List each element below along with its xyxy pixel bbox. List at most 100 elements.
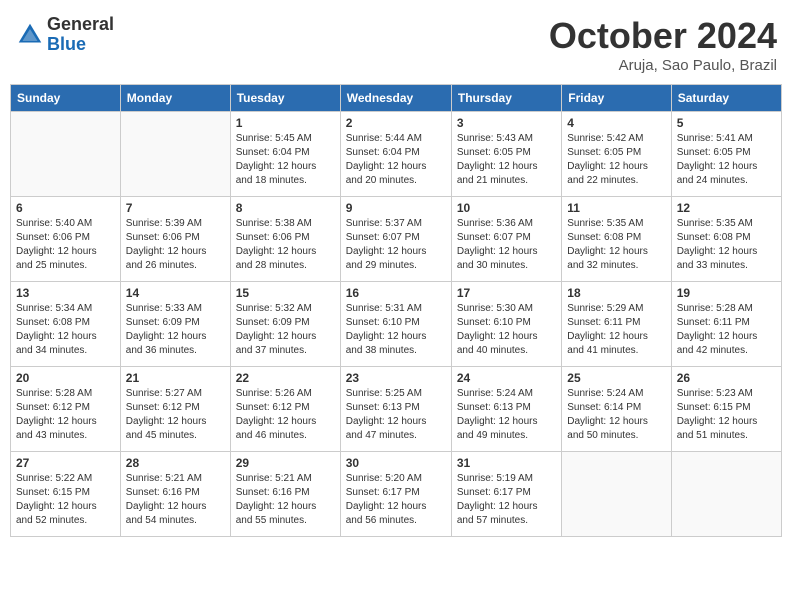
calendar-day-cell: 26 Sunrise: 5:23 AM Sunset: 6:15 PM Dayli… — [671, 367, 781, 452]
day-info: Sunrise: 5:25 AM Sunset: 6:13 PM Dayligh… — [346, 387, 446, 443]
day-number: 8 — [236, 201, 335, 215]
calendar-day-cell: 22 Sunrise: 5:26 AM Sunset: 6:12 PM Dayli… — [230, 367, 340, 452]
day-number: 17 — [457, 286, 556, 300]
calendar-day-cell: 24 Sunrise: 5:24 AM Sunset: 6:13 PM Dayli… — [451, 367, 561, 452]
day-info: Sunrise: 5:39 AM Sunset: 6:06 PM Dayligh… — [126, 217, 225, 273]
day-number: 14 — [126, 286, 225, 300]
day-number: 4 — [567, 116, 665, 130]
calendar-day-cell: 15 Sunrise: 5:32 AM Sunset: 6:09 PM Dayli… — [230, 282, 340, 367]
calendar-day-cell: 18Sunrise: 5:29 AM Sunset: 6:11 PM Dayli… — [562, 282, 671, 367]
calendar-day-cell: 8 Sunrise: 5:38 AM Sunset: 6:06 PM Daylig… — [230, 197, 340, 282]
day-number: 29 — [236, 456, 335, 470]
calendar-week-row: 13Sunrise: 5:34 AM Sunset: 6:08 PM Dayli… — [11, 282, 782, 367]
day-info: Sunrise: 5:43 AM Sunset: 6:05 PM Dayligh… — [457, 132, 556, 188]
day-number: 26 — [677, 371, 776, 385]
day-number: 13 — [16, 286, 115, 300]
calendar-day-cell: 27Sunrise: 5:22 AM Sunset: 6:15 PM Dayli… — [11, 452, 121, 537]
calendar-week-row: 6Sunrise: 5:40 AM Sunset: 6:06 PM Daylig… — [11, 197, 782, 282]
day-number: 10 — [457, 201, 556, 215]
day-number: 2 — [346, 116, 446, 130]
day-info: Sunrise: 5:44 AM Sunset: 6:04 PM Dayligh… — [346, 132, 446, 188]
calendar-day-cell: 16Sunrise: 5:31 AM Sunset: 6:10 PM Dayli… — [340, 282, 451, 367]
day-number: 7 — [126, 201, 225, 215]
calendar-day-cell: 14 Sunrise: 5:33 AM Sunset: 6:09 PM Dayli… — [120, 282, 230, 367]
day-number: 15 — [236, 286, 335, 300]
logo-text: General Blue — [47, 15, 114, 55]
weekday-header: Saturday — [671, 85, 781, 112]
day-info: Sunrise: 5:19 AM Sunset: 6:17 PM Dayligh… — [457, 472, 556, 528]
calendar-day-cell: 2 Sunrise: 5:44 AM Sunset: 6:04 PM Daylig… — [340, 112, 451, 197]
day-info: Sunrise: 5:38 AM Sunset: 6:06 PM Dayligh… — [236, 217, 335, 273]
day-info: Sunrise: 5:28 AM Sunset: 6:12 PM Dayligh… — [16, 387, 115, 443]
day-info: Sunrise: 5:21 AM Sunset: 6:16 PM Dayligh… — [236, 472, 335, 528]
calendar-day-cell: 1 Sunrise: 5:45 AM Sunset: 6:04 PM Daylig… — [230, 112, 340, 197]
calendar-day-cell: 3Sunrise: 5:43 AM Sunset: 6:05 PM Daylig… — [451, 112, 561, 197]
weekday-header: Sunday — [11, 85, 121, 112]
logo-icon — [15, 20, 45, 50]
calendar-day-cell: 9Sunrise: 5:37 AM Sunset: 6:07 PM Daylig… — [340, 197, 451, 282]
day-info: Sunrise: 5:32 AM Sunset: 6:09 PM Dayligh… — [236, 302, 335, 358]
calendar-day-cell: 21Sunrise: 5:27 AM Sunset: 6:12 PM Dayli… — [120, 367, 230, 452]
day-info: Sunrise: 5:28 AM Sunset: 6:11 PM Dayligh… — [677, 302, 776, 358]
day-number: 24 — [457, 371, 556, 385]
logo-general-text: General — [47, 15, 114, 35]
logo-blue-text: Blue — [47, 35, 114, 55]
day-number: 22 — [236, 371, 335, 385]
day-number: 23 — [346, 371, 446, 385]
day-info: Sunrise: 5:21 AM Sunset: 6:16 PM Dayligh… — [126, 472, 225, 528]
day-number: 31 — [457, 456, 556, 470]
weekday-header: Monday — [120, 85, 230, 112]
day-number: 27 — [16, 456, 115, 470]
location-text: Aruja, Sao Paulo, Brazil — [549, 57, 777, 74]
calendar-week-row: 20 Sunrise: 5:28 AM Sunset: 6:12 PM Dayli… — [11, 367, 782, 452]
calendar-day-cell: 12 Sunrise: 5:35 AM Sunset: 6:08 PM Dayli… — [671, 197, 781, 282]
day-info: Sunrise: 5:23 AM Sunset: 6:15 PM Dayligh… — [677, 387, 776, 443]
calendar-day-cell: 17 Sunrise: 5:30 AM Sunset: 6:10 PM Dayli… — [451, 282, 561, 367]
day-number: 6 — [16, 201, 115, 215]
day-info: Sunrise: 5:42 AM Sunset: 6:05 PM Dayligh… — [567, 132, 665, 188]
title-block: October 2024 Aruja, Sao Paulo, Brazil — [549, 15, 777, 74]
day-info: Sunrise: 5:45 AM Sunset: 6:04 PM Dayligh… — [236, 132, 335, 188]
day-info: Sunrise: 5:35 AM Sunset: 6:08 PM Dayligh… — [567, 217, 665, 273]
calendar-day-cell: 23 Sunrise: 5:25 AM Sunset: 6:13 PM Dayli… — [340, 367, 451, 452]
day-info: Sunrise: 5:29 AM Sunset: 6:11 PM Dayligh… — [567, 302, 665, 358]
day-number: 9 — [346, 201, 446, 215]
calendar-day-cell — [11, 112, 121, 197]
page-header: General Blue October 2024 Aruja, Sao Pau… — [10, 10, 782, 74]
calendar-day-cell: 13Sunrise: 5:34 AM Sunset: 6:08 PM Dayli… — [11, 282, 121, 367]
day-number: 5 — [677, 116, 776, 130]
weekday-header: Friday — [562, 85, 671, 112]
calendar-day-cell: 29 Sunrise: 5:21 AM Sunset: 6:16 PM Dayli… — [230, 452, 340, 537]
day-number: 25 — [567, 371, 665, 385]
day-info: Sunrise: 5:41 AM Sunset: 6:05 PM Dayligh… — [677, 132, 776, 188]
calendar-day-cell: 30Sunrise: 5:20 AM Sunset: 6:17 PM Dayli… — [340, 452, 451, 537]
calendar-day-cell: 10Sunrise: 5:36 AM Sunset: 6:07 PM Dayli… — [451, 197, 561, 282]
calendar-day-cell — [562, 452, 671, 537]
calendar-week-row: 27Sunrise: 5:22 AM Sunset: 6:15 PM Dayli… — [11, 452, 782, 537]
day-info: Sunrise: 5:33 AM Sunset: 6:09 PM Dayligh… — [126, 302, 225, 358]
weekday-header: Wednesday — [340, 85, 451, 112]
day-number: 11 — [567, 201, 665, 215]
day-info: Sunrise: 5:30 AM Sunset: 6:10 PM Dayligh… — [457, 302, 556, 358]
logo: General Blue — [15, 15, 114, 55]
calendar-day-cell — [120, 112, 230, 197]
day-number: 12 — [677, 201, 776, 215]
calendar-day-cell: 19 Sunrise: 5:28 AM Sunset: 6:11 PM Dayli… — [671, 282, 781, 367]
day-number: 19 — [677, 286, 776, 300]
day-info: Sunrise: 5:26 AM Sunset: 6:12 PM Dayligh… — [236, 387, 335, 443]
weekday-header: Tuesday — [230, 85, 340, 112]
calendar-day-cell: 6Sunrise: 5:40 AM Sunset: 6:06 PM Daylig… — [11, 197, 121, 282]
day-number: 20 — [16, 371, 115, 385]
day-number: 16 — [346, 286, 446, 300]
day-number: 28 — [126, 456, 225, 470]
month-title: October 2024 — [549, 15, 777, 57]
calendar-day-cell — [671, 452, 781, 537]
day-number: 1 — [236, 116, 335, 130]
weekday-header: Thursday — [451, 85, 561, 112]
day-info: Sunrise: 5:20 AM Sunset: 6:17 PM Dayligh… — [346, 472, 446, 528]
day-info: Sunrise: 5:35 AM Sunset: 6:08 PM Dayligh… — [677, 217, 776, 273]
calendar-day-cell: 4 Sunrise: 5:42 AM Sunset: 6:05 PM Daylig… — [562, 112, 671, 197]
day-info: Sunrise: 5:24 AM Sunset: 6:14 PM Dayligh… — [567, 387, 665, 443]
day-info: Sunrise: 5:24 AM Sunset: 6:13 PM Dayligh… — [457, 387, 556, 443]
calendar-day-cell: 31 Sunrise: 5:19 AM Sunset: 6:17 PM Dayli… — [451, 452, 561, 537]
